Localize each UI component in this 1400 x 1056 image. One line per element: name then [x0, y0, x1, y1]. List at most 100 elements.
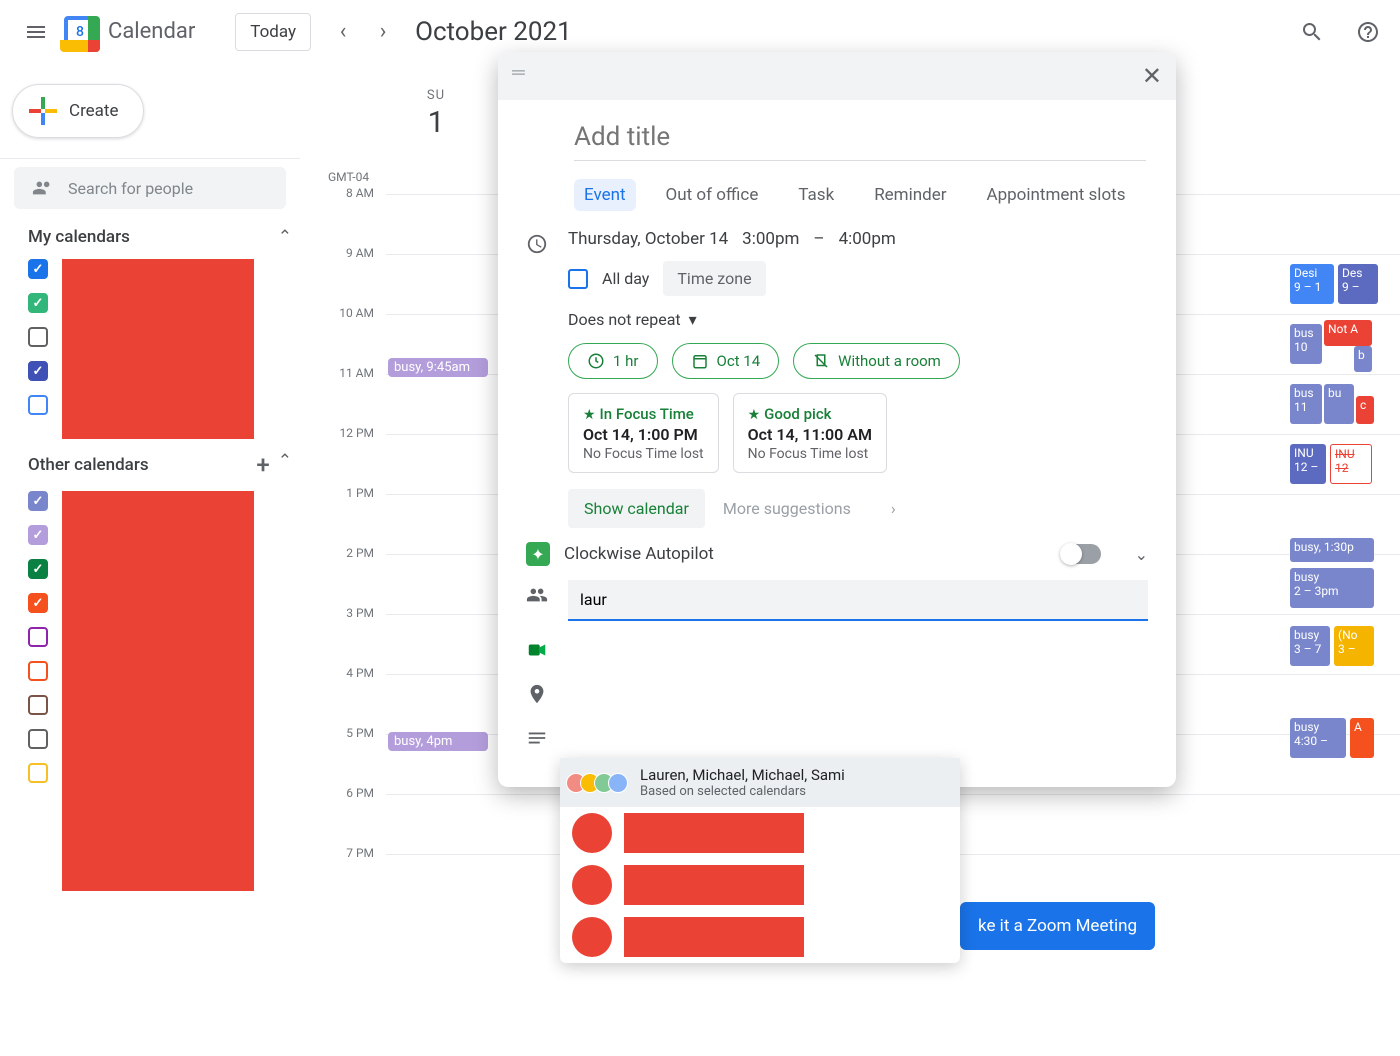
chevron-up-icon: ⌃ — [278, 451, 292, 479]
hour-label: 12 PM — [339, 426, 374, 440]
more-suggestions-button[interactable]: More suggestions › — [723, 499, 896, 518]
calendar-event[interactable]: busy, 4pm — [388, 732, 488, 751]
app-name: Calendar — [108, 19, 195, 44]
peek-event[interactable]: bus10 — [1290, 324, 1322, 364]
peek-event[interactable]: bu — [1324, 384, 1354, 424]
drag-handle-icon[interactable]: ═ — [512, 62, 521, 90]
next-button[interactable]: › — [363, 12, 403, 52]
search-people-input[interactable]: Search for people — [14, 167, 286, 209]
filter-pill[interactable]: Without a room — [793, 343, 960, 379]
event-type-tabs: Event Out of office Task Reminder Appointmen… — [574, 179, 1148, 211]
chevron-down-icon: ▾ — [689, 310, 697, 329]
peek-event[interactable]: busy3 – 7 — [1290, 626, 1330, 666]
peek-event[interactable]: Not A — [1324, 320, 1372, 346]
event-create-modal: ═ ✕ Event Out of office Task Reminder Appoin… — [498, 52, 1176, 787]
calendar-event[interactable]: busy, 9:45am — [388, 358, 488, 377]
peek-event[interactable]: c — [1356, 396, 1374, 424]
show-calendar-button[interactable]: Show calendar — [568, 489, 705, 528]
timezone-button[interactable]: Time zone — [663, 261, 765, 296]
hour-label: 2 PM — [346, 546, 374, 560]
peek-event[interactable]: INU12 — [1330, 444, 1372, 484]
autocomplete-item[interactable] — [560, 807, 960, 859]
chevron-down-icon[interactable]: ⌄ — [1135, 545, 1148, 564]
current-month: October 2021 — [415, 17, 572, 47]
filter-pill[interactable]: 1 hr — [568, 343, 658, 379]
redacted-block — [62, 259, 254, 439]
event-title-input[interactable] — [574, 114, 1146, 161]
clockwise-label: Clockwise Autopilot — [564, 544, 1047, 564]
my-calendars-header[interactable]: My calendars ⌃ — [0, 215, 300, 259]
create-button[interactable]: Create — [12, 84, 144, 138]
peek-event[interactable]: (No3 – — [1334, 626, 1374, 666]
autocomplete-item[interactable] — [560, 911, 960, 963]
peek-event[interactable]: bus11 — [1290, 384, 1322, 424]
close-icon[interactable]: ✕ — [1142, 62, 1162, 90]
hour-label: 7 PM — [346, 846, 374, 860]
calendar-icon: 8 — [60, 12, 100, 52]
main-menu-button[interactable] — [12, 8, 60, 56]
calendar-checkbox[interactable] — [28, 395, 48, 415]
chevron-up-icon: ⌃ — [278, 227, 292, 247]
other-calendars-header[interactable]: Other calendars + ⌃ — [0, 439, 300, 491]
event-date[interactable]: Thursday, October 14 — [568, 229, 728, 249]
peek-event[interactable]: INU12 – — [1290, 444, 1326, 484]
help-icon[interactable] — [1348, 12, 1388, 52]
description-icon — [526, 723, 550, 753]
app-logo[interactable]: 8 Calendar — [60, 12, 195, 52]
zoom-meeting-button[interactable]: ke it a Zoom Meeting — [960, 902, 1155, 950]
recurrence-dropdown[interactable]: Does not repeat ▾ — [568, 310, 1148, 329]
peek-event[interactable]: A — [1350, 718, 1374, 758]
avatar-stack — [572, 773, 628, 793]
calendar-checkbox[interactable] — [28, 559, 48, 579]
time-suggestion-card[interactable]: ★ Good pickOct 14, 11:00 AMNo Focus Time… — [733, 393, 887, 473]
my-calendars-list — [0, 259, 300, 439]
hour-label: 5 PM — [346, 726, 374, 740]
tab-out-of-office[interactable]: Out of office — [656, 179, 769, 211]
hour-label: 1 PM — [346, 486, 374, 500]
peek-event[interactable]: busy, 1:30p — [1290, 538, 1374, 562]
time-suggestion-card[interactable]: ★ In Focus TimeOct 14, 1:00 PMNo Focus T… — [568, 393, 719, 473]
peek-event[interactable]: busy2 – 3pm — [1290, 568, 1374, 608]
add-guests-input[interactable] — [568, 580, 1148, 621]
hour-label: 9 AM — [346, 246, 374, 260]
peek-event[interactable]: Des9 – — [1338, 264, 1378, 304]
tab-event[interactable]: Event — [574, 179, 636, 211]
today-button[interactable]: Today — [235, 13, 311, 51]
autocomplete-item[interactable]: Lauren, Michael, Michael, Sami Based on … — [560, 758, 960, 807]
event-end-time[interactable]: 4:00pm — [839, 229, 896, 249]
all-day-checkbox[interactable] — [568, 269, 588, 289]
calendar-checkbox[interactable] — [28, 491, 48, 511]
peek-event[interactable]: Desi9 – 1 — [1290, 264, 1334, 304]
people-icon — [32, 177, 54, 199]
calendar-checkbox[interactable] — [28, 627, 48, 647]
calendar-checkbox[interactable] — [28, 259, 48, 279]
peek-event[interactable]: busy4:30 – — [1290, 718, 1346, 758]
other-calendars-list — [0, 491, 300, 891]
tab-task[interactable]: Task — [788, 179, 844, 211]
hour-label: 6 PM — [346, 786, 374, 800]
filter-pill[interactable]: Oct 14 — [672, 343, 780, 379]
autocomplete-item[interactable] — [560, 859, 960, 911]
calendar-checkbox[interactable] — [28, 729, 48, 749]
calendar-checkbox[interactable] — [28, 695, 48, 715]
tab-reminder[interactable]: Reminder — [864, 179, 956, 211]
event-start-time[interactable]: 3:00pm — [742, 229, 799, 249]
prev-button[interactable]: ‹ — [323, 12, 363, 52]
autopilot-toggle[interactable] — [1061, 544, 1101, 564]
peek-event[interactable]: b — [1354, 346, 1372, 372]
search-people-placeholder: Search for people — [68, 179, 193, 198]
calendar-checkbox[interactable] — [28, 361, 48, 381]
calendar-checkbox[interactable] — [28, 661, 48, 681]
calendar-checkbox[interactable] — [28, 763, 48, 783]
all-day-label: All day — [602, 269, 649, 288]
calendar-checkbox[interactable] — [28, 327, 48, 347]
hour-label: 4 PM — [346, 666, 374, 680]
add-calendar-button[interactable]: + — [256, 451, 269, 479]
calendar-checkbox[interactable] — [28, 293, 48, 313]
tab-appointment-slots[interactable]: Appointment slots — [976, 179, 1135, 211]
calendar-checkbox[interactable] — [28, 525, 48, 545]
hour-label: 11 AM — [339, 366, 374, 380]
day-column-header[interactable]: SU 1 — [386, 88, 486, 140]
search-icon[interactable] — [1292, 12, 1332, 52]
calendar-checkbox[interactable] — [28, 593, 48, 613]
